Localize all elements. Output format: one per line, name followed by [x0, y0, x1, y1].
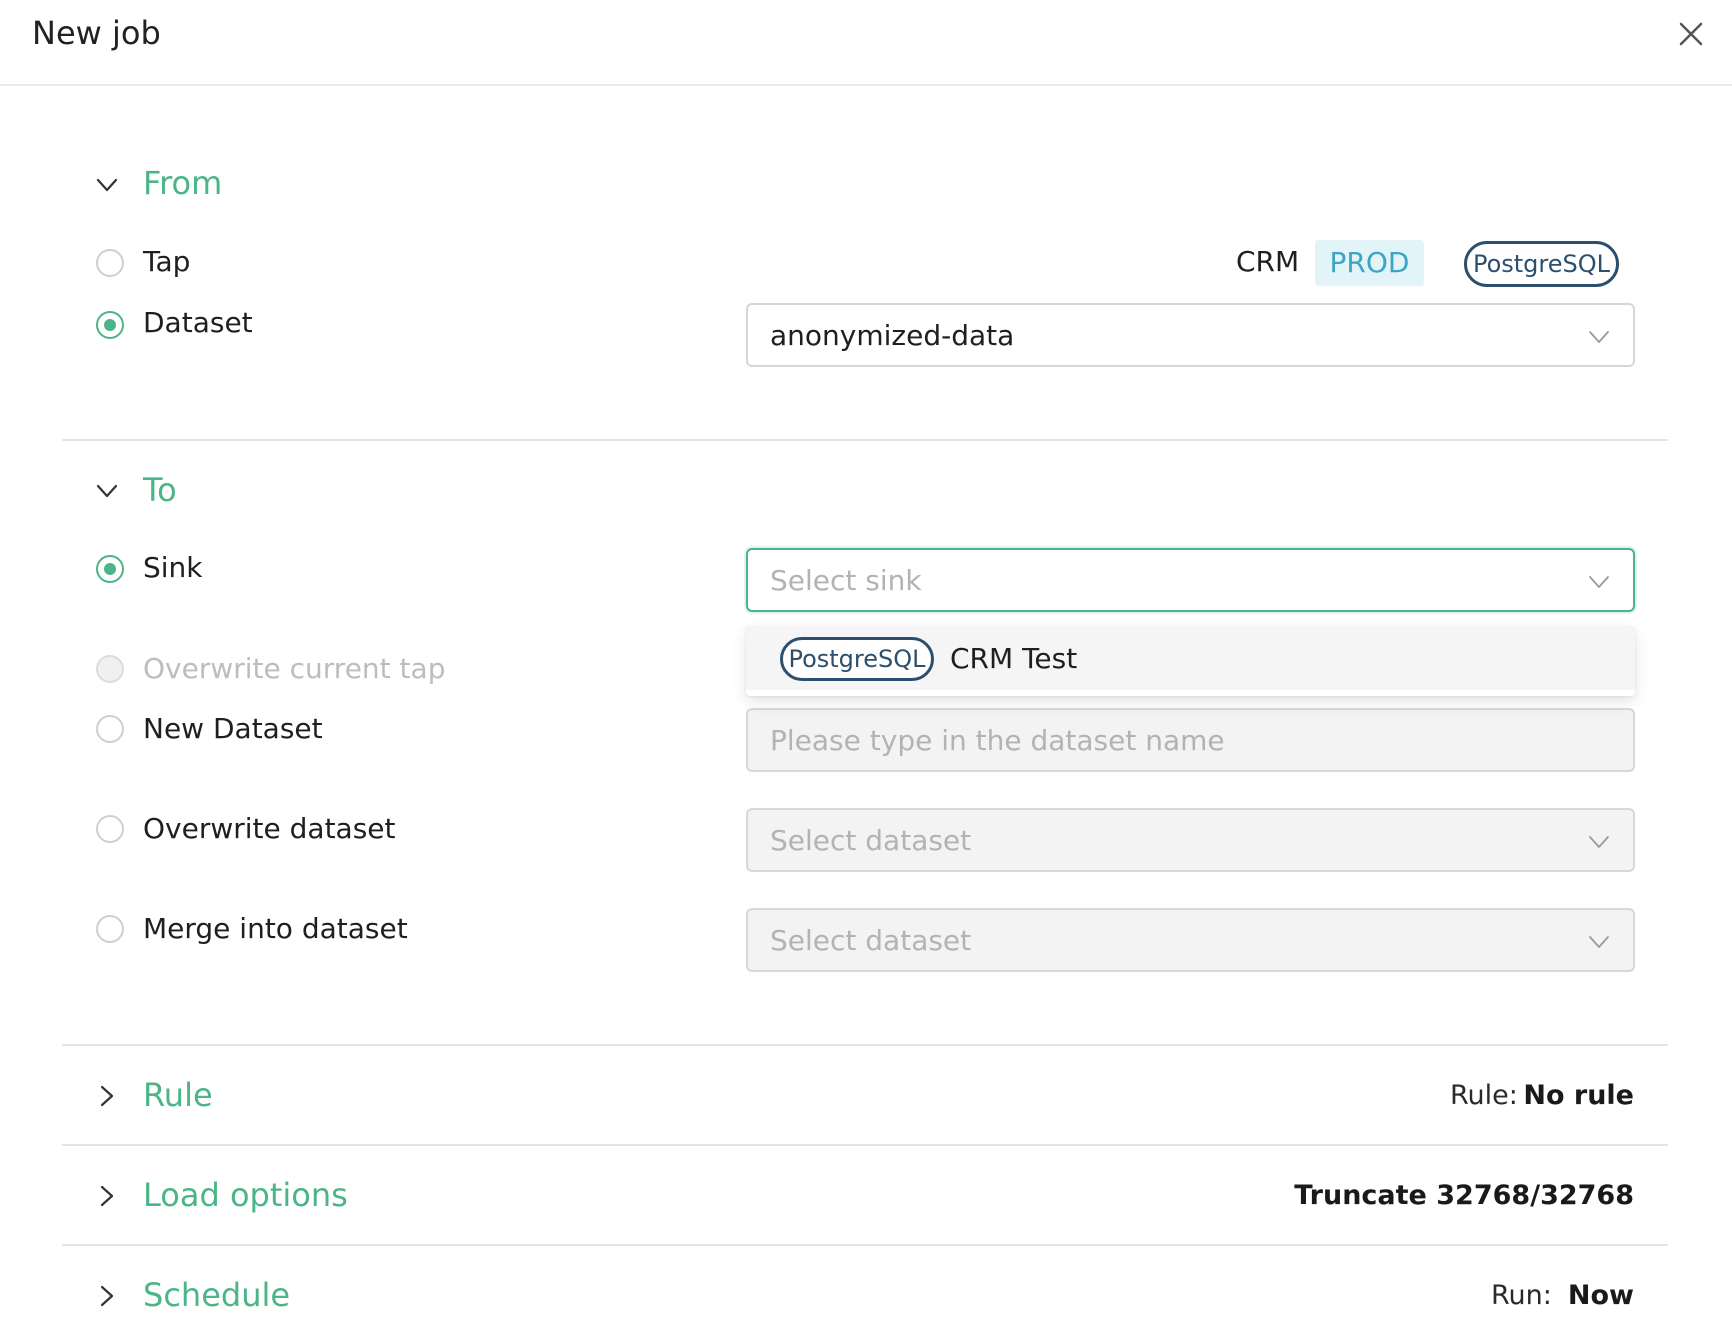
- sink-option-name: CRM Test: [950, 642, 1078, 675]
- radio-dataset[interactable]: [96, 311, 124, 339]
- new-dataset-input[interactable]: Please type in the dataset name: [746, 708, 1635, 772]
- option-label-sink[interactable]: Sink: [143, 551, 203, 584]
- modal-header: New job: [0, 0, 1732, 86]
- chevron-down-icon: [1589, 936, 1609, 948]
- section-divider: [62, 439, 1668, 441]
- close-icon[interactable]: [1673, 16, 1709, 52]
- chevron-right-icon[interactable]: [94, 1183, 120, 1209]
- option-label-overwrite-dataset[interactable]: Overwrite dataset: [143, 812, 396, 845]
- chevron-right-icon[interactable]: [94, 1083, 120, 1109]
- section-title-schedule[interactable]: Schedule: [143, 1276, 290, 1314]
- rule-summary-value: No rule: [1523, 1080, 1634, 1111]
- tap-name: CRM: [1236, 245, 1300, 278]
- rule-summary-label: Rule:: [1450, 1080, 1518, 1111]
- section-divider: [62, 1044, 1668, 1046]
- sink-select[interactable]: Select sink: [746, 548, 1635, 612]
- chevron-down-icon: [1589, 331, 1609, 343]
- overwrite-dataset-select-placeholder: Select dataset: [770, 824, 972, 857]
- section-title-from[interactable]: From: [143, 164, 222, 202]
- option-label-dataset[interactable]: Dataset: [143, 306, 253, 339]
- sink-option-crm-test[interactable]: PostgreSQL CRM Test: [746, 626, 1635, 690]
- new-dataset-input-placeholder: Please type in the dataset name: [770, 724, 1225, 757]
- option-label-new-dataset[interactable]: New Dataset: [143, 712, 323, 745]
- sink-select-placeholder: Select sink: [770, 564, 922, 597]
- radio-new-dataset[interactable]: [96, 715, 124, 743]
- section-title-rule[interactable]: Rule: [143, 1076, 213, 1114]
- env-badge: PROD: [1315, 240, 1424, 286]
- merge-dataset-select-placeholder: Select dataset: [770, 924, 972, 957]
- schedule-summary-label: Run:: [1491, 1280, 1552, 1311]
- dataset-select-value: anonymized-data: [770, 319, 1015, 352]
- overwrite-dataset-select[interactable]: Select dataset: [746, 808, 1635, 872]
- sink-option-type-pill: PostgreSQL: [780, 637, 934, 681]
- option-label-overwrite-current-tap: Overwrite current tap: [143, 652, 446, 685]
- modal-title: New job: [32, 14, 161, 52]
- option-label-merge-into-dataset[interactable]: Merge into dataset: [143, 912, 408, 945]
- section-title-to[interactable]: To: [143, 471, 177, 509]
- chevron-down-icon[interactable]: [94, 172, 120, 198]
- radio-overwrite-current-tap: [96, 655, 124, 683]
- section-divider: [62, 1144, 1668, 1146]
- radio-merge-into-dataset[interactable]: [96, 915, 124, 943]
- radio-sink[interactable]: [96, 555, 124, 583]
- radio-tap[interactable]: [96, 249, 124, 277]
- db-type-pill: PostgreSQL: [1464, 241, 1619, 287]
- dataset-select[interactable]: anonymized-data: [746, 303, 1635, 367]
- sink-dropdown-menu: PostgreSQL CRM Test: [746, 626, 1635, 696]
- section-title-load-options[interactable]: Load options: [143, 1176, 348, 1214]
- radio-overwrite-dataset[interactable]: [96, 815, 124, 843]
- schedule-summary-value: Now: [1567, 1280, 1634, 1311]
- chevron-down-icon[interactable]: [94, 478, 120, 504]
- load-options-summary-value: Truncate 32768/32768: [1294, 1180, 1634, 1211]
- chevron-down-icon: [1589, 576, 1609, 588]
- merge-dataset-select[interactable]: Select dataset: [746, 908, 1635, 972]
- section-divider: [62, 1244, 1668, 1246]
- chevron-down-icon: [1589, 836, 1609, 848]
- chevron-right-icon[interactable]: [94, 1283, 120, 1309]
- option-label-tap[interactable]: Tap: [143, 245, 190, 278]
